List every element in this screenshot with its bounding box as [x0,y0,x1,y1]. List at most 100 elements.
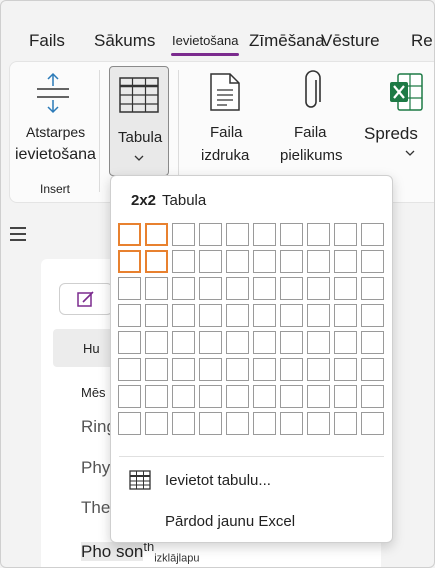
tab-review[interactable]: Re [411,31,433,51]
grid-cell[interactable] [253,223,276,246]
grid-cell[interactable] [172,385,195,408]
tab-history[interactable]: Vēsture [321,31,380,51]
grid-cell[interactable] [280,304,303,327]
grid-cell[interactable] [226,412,249,435]
grid-cell[interactable] [145,223,168,246]
grid-cell[interactable] [118,331,141,354]
grid-cell[interactable] [307,331,330,354]
grid-cell[interactable] [280,331,303,354]
grid-cell[interactable] [334,358,357,381]
grid-cell[interactable] [226,385,249,408]
grid-cell[interactable] [334,250,357,273]
grid-cell[interactable] [334,223,357,246]
grid-cell[interactable] [145,250,168,273]
grid-cell[interactable] [172,412,195,435]
grid-cell[interactable] [226,331,249,354]
grid-cell[interactable] [145,412,168,435]
tab-insert[interactable]: Ievietošana [172,33,239,48]
grid-cell[interactable] [361,304,384,327]
grid-cell[interactable] [172,223,195,246]
spreadsheet-button[interactable]: Spreds [360,62,430,177]
insert-table-menu-item[interactable]: Ievietot tabulu... [125,466,375,496]
grid-cell[interactable] [361,385,384,408]
page-item[interactable]: Mēs [81,385,106,400]
tab-draw[interactable]: Zīmēšana [249,31,325,51]
grid-cell[interactable] [361,412,384,435]
grid-cell[interactable] [280,412,303,435]
table-button[interactable]: Tabula [109,66,169,176]
grid-cell[interactable] [253,331,276,354]
navigation-menu-icon[interactable] [10,227,26,245]
grid-cell[interactable] [280,250,303,273]
grid-cell[interactable] [253,412,276,435]
grid-cell[interactable] [307,358,330,381]
page-item[interactable]: Phy [81,458,110,478]
file-attachment-button[interactable]: Faila pielikums [274,62,354,177]
grid-cell[interactable] [361,331,384,354]
grid-cell[interactable] [307,385,330,408]
grid-cell[interactable] [199,412,222,435]
grid-cell[interactable] [226,250,249,273]
grid-cell[interactable] [172,331,195,354]
ribbon-separator [99,70,100,192]
insert-space-label-2: ievietošana [15,146,96,163]
grid-cell[interactable] [361,223,384,246]
insert-space-button[interactable]: Atstarpes ievietošana [10,62,100,177]
grid-cell[interactable] [226,223,249,246]
grid-cell[interactable] [307,223,330,246]
grid-cell[interactable] [253,385,276,408]
grid-cell[interactable] [334,331,357,354]
grid-cell[interactable] [118,358,141,381]
grid-cell[interactable] [118,412,141,435]
grid-cell[interactable] [361,358,384,381]
grid-cell[interactable] [199,304,222,327]
grid-cell[interactable] [280,223,303,246]
page-item[interactable]: The [81,498,110,518]
grid-cell[interactable] [118,223,141,246]
file-printout-button[interactable]: Faila izdruka [190,62,260,177]
grid-cell[interactable] [118,277,141,300]
grid-cell[interactable] [253,250,276,273]
grid-cell[interactable] [307,412,330,435]
grid-cell[interactable] [280,385,303,408]
grid-cell[interactable] [118,250,141,273]
grid-cell[interactable] [199,223,222,246]
grid-cell[interactable] [280,277,303,300]
grid-cell[interactable] [253,304,276,327]
grid-cell[interactable] [199,250,222,273]
grid-cell[interactable] [145,385,168,408]
grid-cell[interactable] [334,304,357,327]
grid-cell[interactable] [361,250,384,273]
grid-cell[interactable] [253,358,276,381]
grid-cell[interactable] [118,385,141,408]
grid-cell[interactable] [199,358,222,381]
grid-cell[interactable] [334,385,357,408]
grid-cell[interactable] [334,277,357,300]
new-page-button[interactable] [59,283,113,315]
grid-cell[interactable] [145,304,168,327]
grid-cell[interactable] [145,331,168,354]
grid-cell[interactable] [307,304,330,327]
grid-cell[interactable] [172,304,195,327]
grid-cell[interactable] [253,277,276,300]
grid-cell[interactable] [307,277,330,300]
grid-cell[interactable] [172,358,195,381]
tab-home[interactable]: Sākums [94,31,155,51]
grid-cell[interactable] [199,385,222,408]
tab-file[interactable]: Fails [29,31,65,51]
grid-cell[interactable] [145,277,168,300]
grid-cell[interactable] [118,304,141,327]
grid-cell[interactable] [172,250,195,273]
grid-cell[interactable] [226,304,249,327]
grid-cell[interactable] [145,358,168,381]
grid-cell[interactable] [226,358,249,381]
grid-cell[interactable] [172,277,195,300]
grid-cell[interactable] [361,277,384,300]
new-excel-menu-item[interactable]: Pārdod jaunu Excel [125,509,375,535]
grid-cell[interactable] [226,277,249,300]
grid-cell[interactable] [199,277,222,300]
grid-cell[interactable] [307,250,330,273]
grid-cell[interactable] [199,331,222,354]
grid-cell[interactable] [280,358,303,381]
grid-cell[interactable] [334,412,357,435]
